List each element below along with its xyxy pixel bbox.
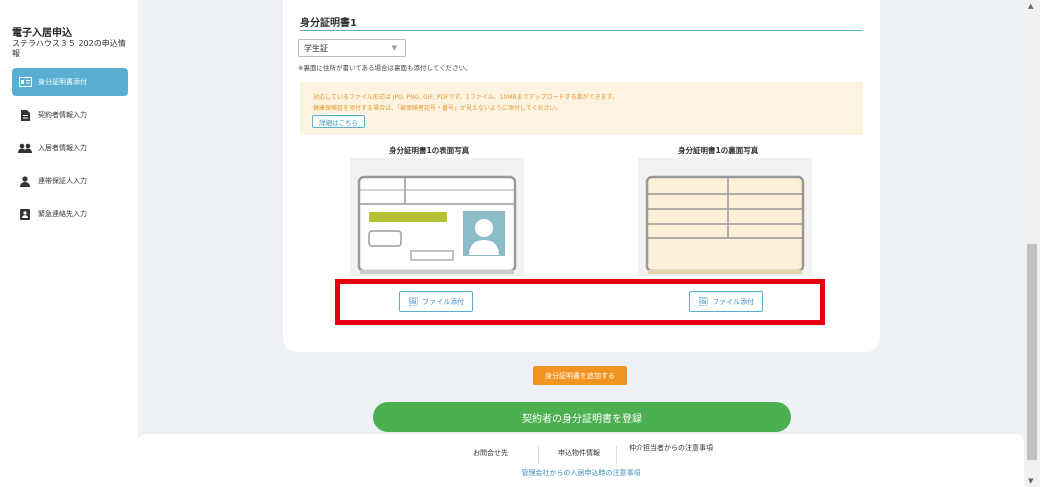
sidebar-item-residents[interactable]: 入居者情報入力 xyxy=(12,134,128,162)
sidebar-item-contractor[interactable]: 契約者情報入力 xyxy=(12,101,128,129)
sidebar-item-label: 契約者情報入力 xyxy=(38,111,87,119)
image-icon: 🖼 xyxy=(698,297,709,306)
file-button-label: ファイル添付 xyxy=(712,297,755,306)
footer-contact-link[interactable]: お問合せ先 xyxy=(473,448,508,458)
sidebar-item-label: 身分証明書添付 xyxy=(38,78,87,86)
image-icon: 🖼 xyxy=(408,297,419,306)
document-type-select[interactable]: 学生証 ▼ xyxy=(298,39,406,57)
sidebar-item-emergency[interactable]: 緊急連絡先入力 xyxy=(12,200,128,228)
footer: お問合せ先 申込物件情報 仲介担当者からの注意事項 管理会社からの入居申込時の注… xyxy=(138,434,1024,487)
sidebar-item-label: 入居者情報入力 xyxy=(38,144,87,152)
id-document-card: 身分証明書1 学生証 ▼ ※裏面に住所が書いてある場合は裏面も添付してください。… xyxy=(283,0,880,352)
footer-property-link[interactable]: 申込物件情報 xyxy=(558,448,600,458)
info-insurance-note: 健康保険証を添付する場合は、「被保険者記号・番号」が見えないように添付してくださ… xyxy=(313,105,562,112)
person-icon xyxy=(18,175,32,187)
chevron-down-icon: ▼ xyxy=(391,44,397,52)
application-subtitle: ステラハウス３５ 202の申込情報 xyxy=(12,39,126,58)
footer-agent-notes-link[interactable]: 仲介担当者からの注意事項 xyxy=(626,443,716,453)
id-front-illustration xyxy=(350,158,524,280)
users-icon xyxy=(18,142,32,154)
select-value: 学生証 xyxy=(304,43,328,53)
app-title: 電子入居申込 xyxy=(12,28,72,39)
sidebar: 電子入居申込 ステラハウス３５ 202の申込情報 身分証明書添付 契約者情報入力… xyxy=(0,0,138,487)
footer-divider xyxy=(538,446,539,464)
file-button-label: ファイル添付 xyxy=(422,297,465,306)
register-id-button[interactable]: 契約者の身分証明書を登録 xyxy=(373,402,791,432)
add-id-document-button[interactable]: 身分証明書を追加する xyxy=(533,366,627,385)
info-file-formats: 対応しているファイル形式は JPG, PNG, GIF, PDFです。1ファイル… xyxy=(313,94,619,101)
footer-management-notes-link[interactable]: 管理会社からの入居申込時の注意事項 xyxy=(138,468,1024,478)
info-box: 対応しているファイル形式は JPG, PNG, GIF, PDFです。1ファイル… xyxy=(300,82,863,135)
scrollbar-thumb[interactable] xyxy=(1027,244,1037,460)
sidebar-item-label: 連帯保証人入力 xyxy=(38,177,87,185)
section-divider xyxy=(300,30,863,31)
sidebar-item-label: 緊急連絡先入力 xyxy=(38,210,87,218)
id-card-icon xyxy=(18,76,32,88)
front-photo-label: 身分証明書1の表面写真 xyxy=(389,146,470,155)
sidebar-item-guarantor[interactable]: 連帯保証人入力 xyxy=(12,167,128,195)
scroll-down-icon[interactable]: ▼ xyxy=(1028,477,1033,485)
sidebar-item-id-attach[interactable]: 身分証明書添付 xyxy=(12,68,128,96)
document-icon xyxy=(18,109,32,121)
section-title: 身分証明書1 xyxy=(300,18,357,29)
front-file-attach-button[interactable]: 🖼 ファイル添付 xyxy=(399,291,474,312)
back-side-note: ※裏面に住所が書いてある場合は裏面も添付してください。 xyxy=(298,64,472,72)
details-button[interactable]: 詳細はこちら xyxy=(312,115,365,128)
id-back-illustration xyxy=(638,158,812,280)
footer-divider xyxy=(616,446,617,464)
page-scrollbar[interactable]: ▲ ▼ xyxy=(1024,0,1040,487)
back-file-attach-button[interactable]: 🖼 ファイル添付 xyxy=(689,291,764,312)
contact-book-icon xyxy=(18,208,32,220)
scroll-up-icon[interactable]: ▲ xyxy=(1028,2,1033,10)
back-photo-label: 身分証明書1の裏面写真 xyxy=(678,146,759,155)
